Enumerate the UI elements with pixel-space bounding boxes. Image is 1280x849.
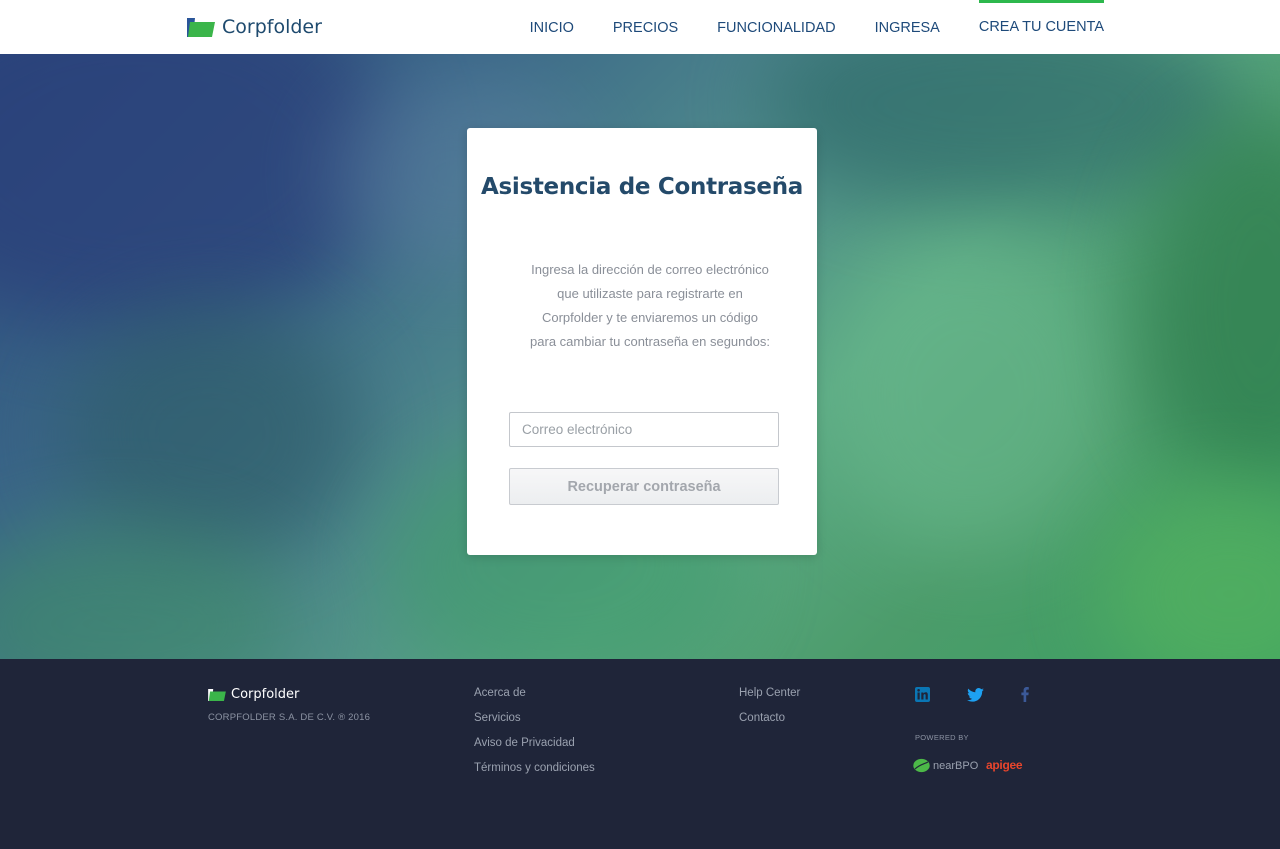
email-input[interactable] <box>509 412 779 447</box>
nearbpo-leaf-icon <box>913 758 930 773</box>
footer-link-contacto[interactable]: Contacto <box>739 706 800 731</box>
footer-link-servicios[interactable]: Servicios <box>474 706 595 731</box>
nearbpo-text: nearBPO <box>933 759 979 772</box>
description-line: Corpfolder y te enviaremos un código <box>541 310 759 325</box>
brand-name: Corpfolder <box>222 16 322 38</box>
bg-blob <box>820 234 1120 554</box>
main-nav: INICIO PRECIOS FUNCIONALIDAD INGRESA CRE… <box>491 0 1105 54</box>
apigee-text: apigee <box>986 758 1023 772</box>
description-line: Ingresa la dirección de correo electróni… <box>531 262 769 277</box>
bg-blob <box>1100 484 1280 659</box>
password-assistance-card: Asistencia de Contraseña Ingresa la dire… <box>467 128 817 555</box>
description-line: para cambiar tu contraseña en segundos: <box>530 334 770 349</box>
corpfolder-logo-icon <box>208 688 226 701</box>
footer-link-privacidad[interactable]: Aviso de Privacidad <box>474 731 595 756</box>
footer-links-company: Acerca de Servicios Aviso de Privacidad … <box>474 681 595 781</box>
card-title: Asistencia de Contraseña <box>480 174 804 200</box>
apigee-logo[interactable]: apigee <box>986 758 1023 772</box>
recover-password-button[interactable]: Recuperar contraseña <box>509 468 779 505</box>
footer-link-acerca[interactable]: Acerca de <box>474 681 595 706</box>
footer-links-support: Help Center Contacto <box>739 681 800 731</box>
brand-logo[interactable]: Corpfolder <box>187 16 322 38</box>
powered-by-label: POWERED BY <box>915 733 969 742</box>
nav-precios[interactable]: PRECIOS <box>613 0 678 54</box>
top-header: Corpfolder INICIO PRECIOS FUNCIONALIDAD … <box>0 0 1280 54</box>
footer-link-terminos[interactable]: Términos y condiciones <box>474 756 595 781</box>
footer-brand-logo[interactable]: Corpfolder <box>208 687 299 702</box>
linkedin-icon[interactable] <box>915 687 930 702</box>
twitter-icon[interactable] <box>967 688 984 702</box>
nav-ingresa[interactable]: INGRESA <box>875 0 940 54</box>
site-footer: Corpfolder CORPFOLDER S.A. DE C.V. ® 201… <box>0 659 1280 849</box>
footer-brand-name: Corpfolder <box>231 687 300 702</box>
nav-inicio[interactable]: INICIO <box>530 0 574 54</box>
copyright: CORPFOLDER S.A. DE C.V. ® 2016 <box>208 712 371 723</box>
nav-crea-tu-cuenta[interactable]: CREA TU CUENTA <box>978 0 1105 54</box>
footer-link-help-center[interactable]: Help Center <box>739 681 800 706</box>
nav-funcionalidad[interactable]: FUNCIONALIDAD <box>717 0 835 54</box>
nearbpo-logo[interactable]: nearBPO <box>913 758 978 773</box>
card-description: Ingresa la dirección de correo electróni… <box>513 258 787 354</box>
facebook-icon[interactable] <box>1021 687 1029 702</box>
description-line: que utilizaste para registrarte en <box>557 286 743 301</box>
corpfolder-logo-icon <box>187 17 215 37</box>
